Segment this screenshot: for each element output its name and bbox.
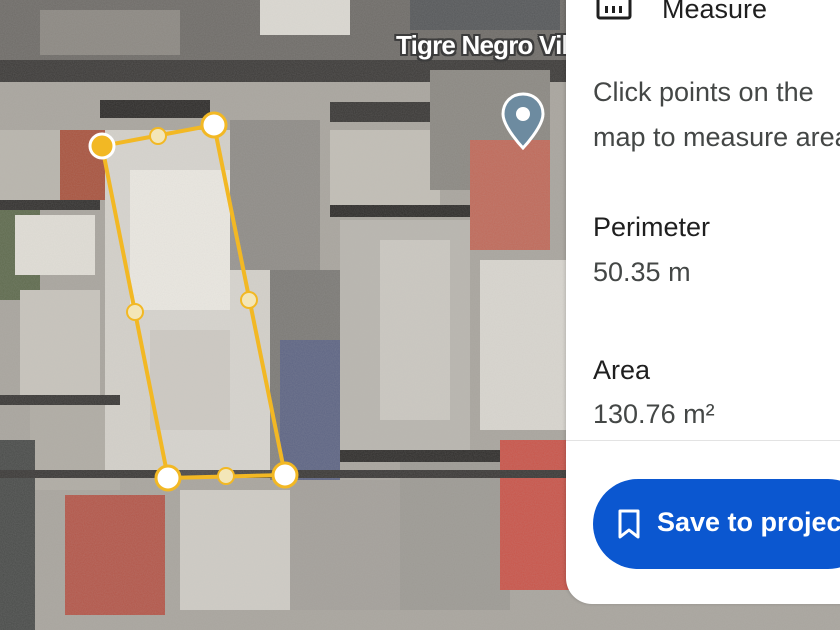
polygon-vertex-handle bbox=[88, 132, 116, 160]
ruler-icon bbox=[596, 0, 632, 20]
polygon-midpoint-handle bbox=[149, 127, 167, 145]
perimeter-value: 50.35 m bbox=[593, 257, 691, 287]
panel-title: Measure bbox=[662, 0, 768, 24]
polygon-vertex-handle bbox=[200, 111, 228, 139]
place-pin-icon[interactable] bbox=[500, 92, 546, 150]
area-value: 130.76 m² bbox=[593, 399, 715, 429]
polygon-midpoint-handle bbox=[126, 303, 144, 321]
place-label[interactable]: Tigre Negro Vil bbox=[396, 30, 569, 61]
panel-divider bbox=[566, 440, 840, 441]
polygon-midpoint-handle bbox=[217, 467, 235, 485]
save-to-project-label: Save to project bbox=[657, 507, 840, 537]
map-view[interactable]: Tigre Negro Vil Measure Click points on … bbox=[0, 0, 840, 630]
area-label: Area bbox=[593, 355, 651, 385]
polygon-vertex-handle bbox=[271, 461, 299, 489]
polygon-vertex-handle bbox=[154, 464, 182, 492]
perimeter-label: Perimeter bbox=[593, 212, 711, 242]
save-to-project-button[interactable]: Save to project bbox=[593, 479, 840, 569]
measure-hint: Click points on the map to measure area bbox=[593, 77, 840, 152]
bookmark-icon bbox=[618, 509, 640, 539]
polygon-midpoint-handle bbox=[240, 291, 258, 309]
